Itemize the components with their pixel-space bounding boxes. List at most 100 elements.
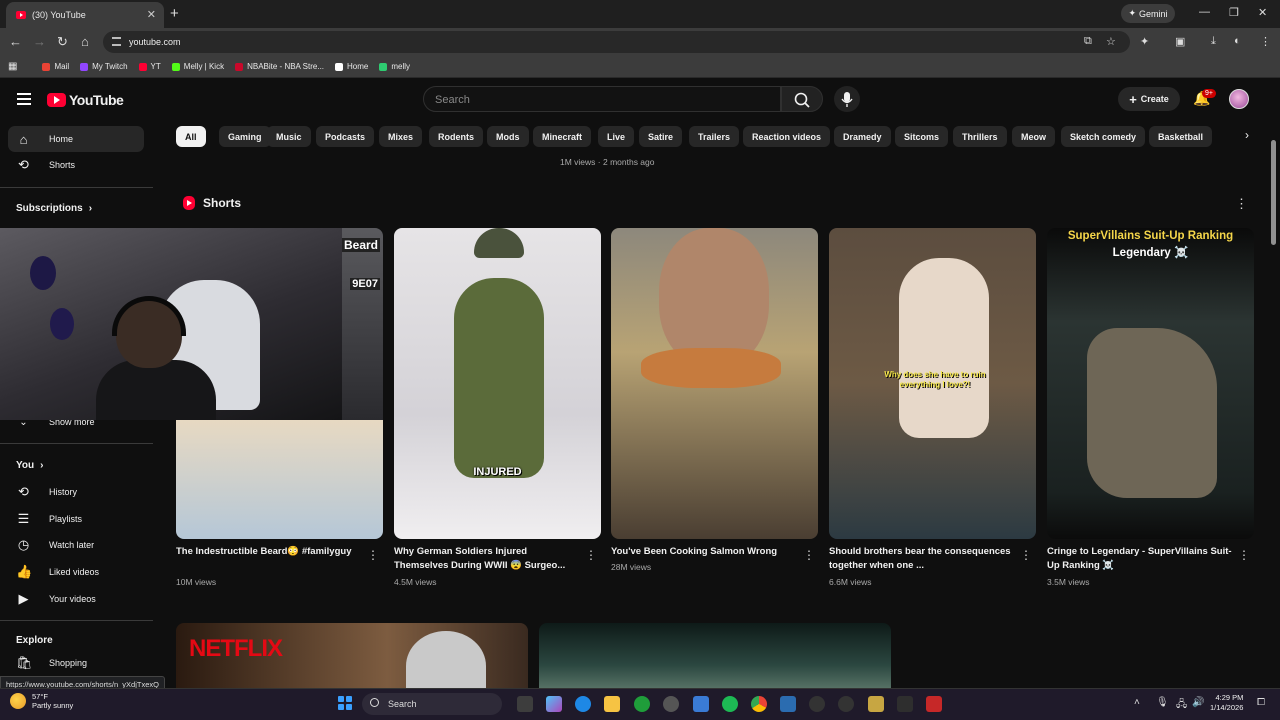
steam-icon[interactable]	[663, 696, 679, 712]
create-button[interactable]: + Create	[1118, 87, 1180, 111]
sidebar-subscriptions-header[interactable]: Subscriptions ›	[16, 203, 92, 214]
search-button[interactable]	[781, 86, 823, 112]
short-title[interactable]: You've Been Cooking Salmon Wrong	[611, 545, 797, 559]
chip-gaming[interactable]: Gaming	[219, 126, 271, 147]
short-thumbnail[interactable]: SuperVillains Suit-Up Ranking Legendary …	[1047, 228, 1254, 539]
more-options-icon[interactable]: ⋮	[367, 548, 379, 562]
app-icon[interactable]	[897, 696, 913, 712]
install-app-icon[interactable]: ⧉	[1084, 35, 1092, 48]
address-bar[interactable]: youtube.com	[103, 31, 1130, 53]
chip-mixes[interactable]: Mixes	[379, 126, 423, 147]
bookmark-item[interactable]: melly	[379, 62, 410, 71]
chip-all[interactable]: All	[176, 126, 206, 147]
browser-menu-icon[interactable]: ⋮	[1260, 35, 1271, 48]
site-info-icon[interactable]	[112, 37, 121, 46]
app-icon[interactable]	[926, 696, 942, 712]
short-thumbnail[interactable]	[611, 228, 818, 539]
chip-satire[interactable]: Satire	[639, 126, 683, 147]
bookmark-item[interactable]: Home	[335, 62, 368, 71]
more-options-icon[interactable]: ⋮	[803, 548, 815, 562]
chip-dramedy[interactable]: Dramedy	[834, 126, 891, 147]
chip-thrillers[interactable]: Thrillers	[953, 126, 1007, 147]
copilot-icon[interactable]	[546, 696, 562, 712]
menu-icon[interactable]	[17, 93, 31, 105]
bookmark-item[interactable]: NBABite - NBA Stre...	[235, 62, 324, 71]
short-thumbnail[interactable]: Why does she have to ruin everything I l…	[829, 228, 1036, 539]
chip-meow[interactable]: Meow	[1012, 126, 1056, 147]
more-options-icon[interactable]: ⋮	[1020, 548, 1032, 562]
download-icon[interactable]: ⤓	[1211, 35, 1216, 48]
cast-icon[interactable]: ▣	[1175, 35, 1185, 48]
sidebar-item-home[interactable]: ⌂ Home	[8, 126, 144, 152]
sidebar-item-history[interactable]: ⟲ History	[8, 479, 144, 505]
extensions-icon[interactable]: ✦	[1140, 35, 1149, 48]
sidebar-item-shorts[interactable]: ⟲ Shorts	[8, 152, 144, 178]
chip-live[interactable]: Live	[598, 126, 635, 147]
chip-basketball[interactable]: Basketball	[1149, 126, 1213, 147]
bookmark-item[interactable]: Mail	[42, 62, 69, 71]
new-tab-button[interactable]: +	[170, 5, 179, 22]
sidebar-you-header[interactable]: You ›	[16, 460, 44, 471]
short-title[interactable]: Should brothers bear the consequences to…	[829, 545, 1015, 573]
chevron-up-icon[interactable]: ˄	[1134, 697, 1140, 708]
bookmark-star-icon[interactable]: ☆	[1106, 35, 1116, 48]
chip-trailers[interactable]: Trailers	[689, 126, 740, 147]
home-icon[interactable]: ⌂	[81, 34, 89, 49]
chip-reaction-videos[interactable]: Reaction videos	[743, 126, 831, 147]
video-thumbnail[interactable]: NETFLIX	[176, 623, 528, 693]
restore-icon[interactable]: ❐	[1229, 6, 1239, 19]
bookmark-item[interactable]: YT	[138, 62, 161, 71]
microphone-icon[interactable]: 🎙	[1156, 697, 1169, 708]
apps-grid-icon[interactable]: ▦	[8, 61, 17, 72]
notification-center-icon[interactable]: ⧠	[1257, 697, 1265, 708]
short-title[interactable]: The Indestructible Beard😳 #familyguy	[176, 545, 362, 559]
file-explorer-icon[interactable]	[604, 696, 620, 712]
network-icon[interactable]: 🖧	[1176, 697, 1187, 714]
video-thumbnail[interactable]	[539, 623, 891, 693]
sidebar-item-liked-videos[interactable]: 👍 Liked videos	[8, 559, 144, 585]
youtube-logo[interactable]: YouTube	[47, 92, 124, 108]
scrollbar[interactable]	[1271, 140, 1276, 245]
weather-widget[interactable]: 57°F Partly sunny	[10, 692, 73, 710]
chip-minecraft[interactable]: Minecraft	[533, 126, 592, 147]
media-player-icon[interactable]	[809, 696, 825, 712]
app-icon[interactable]	[868, 696, 884, 712]
more-options-icon[interactable]: ⋮	[585, 548, 597, 562]
avatar[interactable]	[1229, 89, 1249, 109]
chip-music[interactable]: Music	[267, 126, 311, 147]
store-icon[interactable]	[693, 696, 709, 712]
task-view-icon[interactable]	[517, 696, 533, 712]
back-icon[interactable]: ←	[9, 34, 22, 49]
short-title[interactable]: Cringe to Legendary - SuperVillains Suit…	[1047, 545, 1233, 573]
volume-icon[interactable]: 🔊	[1192, 697, 1204, 708]
chevron-right-icon[interactable]: ›	[1245, 128, 1249, 142]
short-thumbnail[interactable]: INJURED	[394, 228, 601, 539]
sidebar-item-your-videos[interactable]: ▶ Your videos	[8, 586, 144, 612]
chip-sketch-comedy[interactable]: Sketch comedy	[1061, 126, 1146, 147]
gemini-button[interactable]: ✦ Gemini	[1121, 4, 1175, 23]
chrome-icon[interactable]	[751, 696, 767, 712]
sidebar-item-playlists[interactable]: ☰ Playlists	[8, 506, 144, 532]
tab-close-icon[interactable]: ✕	[147, 8, 156, 21]
short-title[interactable]: Why German Soldiers Injured Themselves D…	[394, 545, 580, 573]
system-clock[interactable]: 4:29 PM 1/14/2026	[1210, 693, 1243, 713]
chip-podcasts[interactable]: Podcasts	[316, 126, 375, 147]
voice-search-button[interactable]	[834, 86, 860, 112]
more-options-icon[interactable]: ⋮	[1238, 548, 1250, 562]
profile-icon[interactable]: ◐	[1234, 35, 1241, 47]
app-icon[interactable]	[838, 696, 854, 712]
sidebar-item-watch-later[interactable]: ◷ Watch later	[8, 532, 144, 558]
chip-mods[interactable]: Mods	[487, 126, 529, 147]
forward-icon[interactable]: →	[33, 34, 46, 49]
browser-tab[interactable]: (30) YouTube ✕	[6, 2, 164, 28]
minimize-icon[interactable]: —	[1199, 6, 1210, 18]
search-input[interactable]: Search	[423, 86, 781, 112]
taskbar-search[interactable]: Search	[362, 693, 502, 715]
edge-icon[interactable]	[575, 696, 591, 712]
bookmark-item[interactable]: Melly | Kick	[171, 62, 224, 71]
chip-sitcoms[interactable]: Sitcoms	[895, 126, 949, 147]
more-options-icon[interactable]: ⋮	[1235, 196, 1248, 212]
spotify-icon[interactable]	[722, 696, 738, 712]
chip-rodents[interactable]: Rodents	[429, 126, 483, 147]
window-close-icon[interactable]: ✕	[1258, 6, 1267, 19]
